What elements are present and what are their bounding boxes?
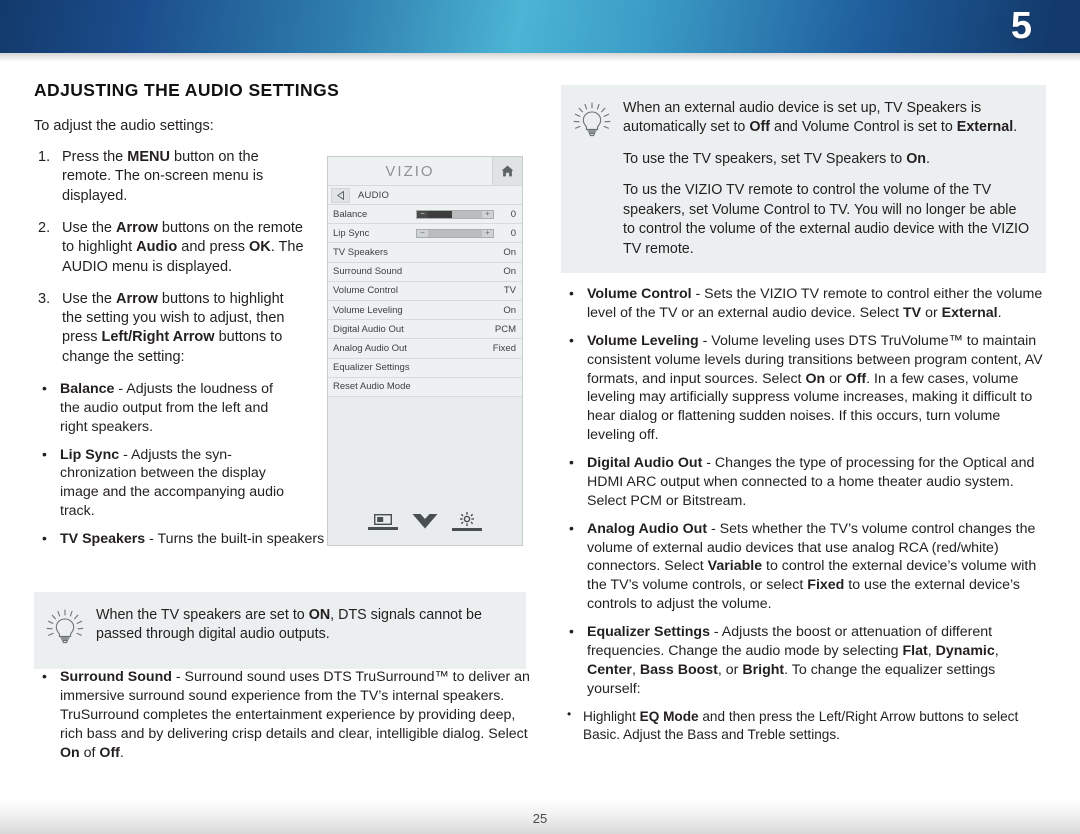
tip-paragraph: When an external audio device is set up,… (623, 100, 1018, 136)
tv-osd-menu: VIZIO AUDIO Balance − +0 Lip Sync − +0 TV Spea… (327, 156, 523, 546)
gear-icon[interactable] (452, 512, 482, 531)
surround-sound-bullets: Surround Sound - Surround sound uses DTS… (34, 667, 534, 762)
step-number: 2. (38, 219, 51, 236)
osd-row-list: Balance − +0 Lip Sync − +0 TV Speakers On Surrou… (328, 205, 522, 397)
osd-slider[interactable]: − + (416, 228, 494, 238)
osd-row[interactable]: Reset Audio Mode (328, 377, 522, 397)
eq-sub-bullets: Highlight EQ Mode and then press the Lef… (561, 706, 1051, 744)
setting-bullet: Balance - Adjusts the loudness of the au… (34, 379, 284, 437)
setting-bullet: Volume Control - Sets the VIZIO TV remot… (561, 284, 1051, 323)
tip-paragraph: To use the TV speakers, set TV Speakers … (623, 150, 931, 167)
osd-row[interactable]: Balance − +0 (328, 205, 522, 225)
osd-row-value: TV (503, 285, 516, 297)
setting-bullet: Digital Audio Out - Changes the type of … (561, 453, 1051, 511)
osd-row-label: Volume Control (333, 285, 398, 297)
osd-slider[interactable]: − + (416, 209, 494, 219)
step-text: Use the Arrow buttons to highlight the s… (62, 290, 285, 365)
osd-row-label: Analog Audio Out (333, 342, 407, 354)
osd-row-label: Volume Leveling (333, 304, 403, 316)
tip-paragraph: To us the VIZIO TV remote to control the… (623, 182, 1030, 257)
osd-row-value: Fixed (492, 342, 516, 354)
osd-breadcrumb: AUDIO (328, 186, 522, 205)
step-number: 3. (38, 290, 51, 307)
osd-row-label: TV Speakers (333, 246, 388, 258)
page-number: 25 (532, 811, 548, 826)
setting-bullet: Equalizer Settings - Adjusts the boost o… (561, 622, 1051, 699)
tip-box-left: When the TV speakers are set to ON, DTS … (34, 592, 526, 669)
osd-row-label: Surround Sound (333, 266, 403, 278)
osd-header: VIZIO (328, 157, 522, 186)
chapter-banner: 5 (0, 0, 1080, 53)
audio-settings-bullets: Volume Control - Sets the VIZIO TV remot… (561, 284, 1051, 699)
lightbulb-icon (44, 606, 96, 655)
lightbulb-icon (571, 99, 623, 148)
tip-paragraph: When the TV speakers are set to ON, DTS … (96, 607, 482, 643)
osd-row[interactable]: Surround Sound On (328, 262, 522, 282)
osd-row-value: PCM (494, 323, 516, 335)
setting-bullet: Analog Audio Out - Sets whether the TV’s… (561, 519, 1051, 614)
osd-row-value: On (503, 304, 516, 316)
tip-box-right: When an external audio device is set up,… (561, 85, 1046, 274)
step-item: 2. Use the Arrow buttons on the remote to… (34, 219, 306, 277)
osd-row-value: On (503, 266, 516, 278)
banner-shadow (0, 53, 1080, 62)
osd-row[interactable]: Analog Audio Out Fixed (328, 339, 522, 359)
screen-icon[interactable] (368, 513, 398, 530)
setting-bullet: Lip Sync - Adjusts the syn-chronization … (34, 445, 284, 522)
plus-icon[interactable]: + (482, 210, 493, 218)
step-item: 3. Use the Arrow buttons to highlight the… (34, 290, 306, 367)
osd-row[interactable]: TV Speakers On (328, 243, 522, 263)
osd-row-value: 0 (510, 208, 516, 220)
osd-row-value: On (503, 246, 516, 258)
tip-right-text: When an external audio device is set up,… (623, 99, 1030, 259)
setting-bullet: Volume Leveling - Volume leveling uses D… (561, 331, 1051, 445)
step-number: 1. (38, 149, 51, 166)
setting-bullet: Surround Sound - Surround sound uses DTS… (34, 667, 534, 762)
step-text: Use the Arrow buttons on the remote to h… (62, 219, 304, 275)
screen-icon-underline (368, 526, 398, 530)
back-arrow-icon[interactable] (331, 187, 350, 203)
osd-row[interactable]: Digital Audio Out PCM (328, 320, 522, 340)
minus-icon[interactable]: − (417, 229, 428, 237)
osd-footer-icons (328, 512, 522, 531)
step-item: 1. Press the MENU button on the remote. T… (34, 148, 306, 206)
gear-icon-underline (452, 528, 482, 531)
minus-icon[interactable]: − (417, 210, 428, 218)
osd-row[interactable]: Volume Leveling On (328, 300, 522, 321)
intro-text: To adjust the audio settings: (34, 118, 214, 134)
vizio-v-icon[interactable] (412, 513, 438, 530)
osd-row-value: 0 (510, 227, 516, 239)
osd-row[interactable]: Equalizer Settings (328, 358, 522, 378)
osd-row-label: Balance (333, 208, 368, 220)
step-text: Press the MENU button on the remote. The… (62, 149, 264, 204)
osd-row-label: Reset Audio Mode (333, 381, 411, 393)
osd-row-label: Equalizer Settings (333, 362, 410, 374)
plus-icon[interactable]: + (482, 229, 493, 237)
tip-left-text: When the TV speakers are set to ON, DTS … (96, 606, 510, 645)
osd-row-label: Digital Audio Out (333, 323, 404, 335)
chapter-number: 5 (1010, 5, 1032, 47)
page-title: ADJUSTING THE AUDIO SETTINGS (34, 80, 340, 100)
eq-sub-bullet: Highlight EQ Mode and then press the Lef… (561, 706, 1051, 744)
home-icon[interactable] (492, 157, 522, 185)
vizio-logo: VIZIO (385, 162, 435, 180)
osd-breadcrumb-label: AUDIO (358, 189, 390, 201)
osd-row[interactable]: Volume Control TV (328, 281, 522, 301)
osd-row[interactable]: Lip Sync − +0 (328, 224, 522, 244)
osd-row-label: Lip Sync (333, 227, 370, 239)
